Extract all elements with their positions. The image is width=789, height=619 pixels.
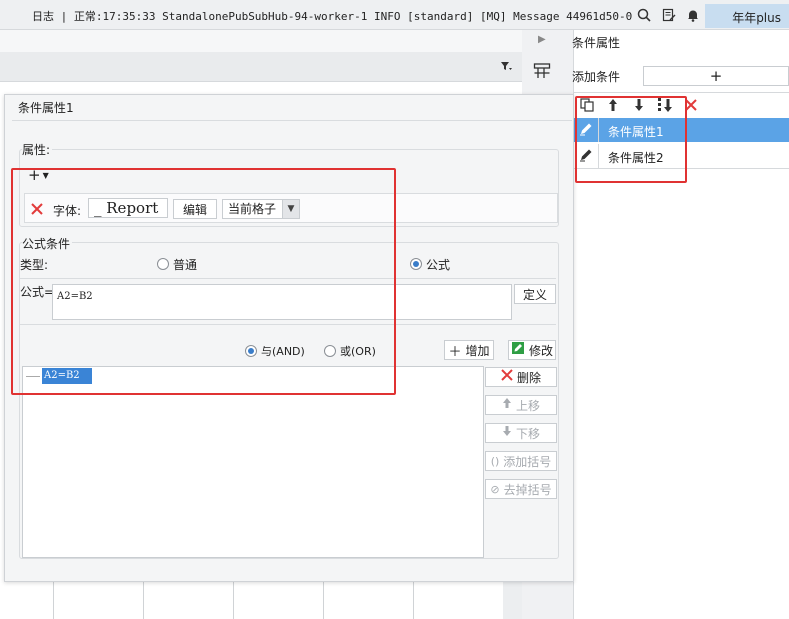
grid-line xyxy=(323,580,324,619)
arrow-down-icon xyxy=(502,425,512,441)
bracket-icon: () xyxy=(490,454,500,468)
log-message: | 正常:17:35:33 StandalonePubSubHub-94-wor… xyxy=(60,10,632,23)
filter-icon[interactable] xyxy=(500,60,514,74)
highlight-box xyxy=(11,168,396,395)
close-icon xyxy=(501,369,513,385)
log-label[interactable]: 日志 xyxy=(32,10,54,23)
sheet-grid xyxy=(0,580,522,619)
search-icon[interactable] xyxy=(636,7,652,23)
delete-condition-button[interactable]: 删除 xyxy=(485,367,557,387)
remove-bracket-button[interactable]: ⊘ 去掉括号 xyxy=(485,479,557,499)
grid-line xyxy=(143,580,144,619)
grid-line xyxy=(53,580,54,619)
panel-title: 条件属性 xyxy=(572,36,621,50)
modify-label: 修改 xyxy=(528,343,553,358)
plus-icon: ＋ xyxy=(448,344,462,360)
grid-line xyxy=(413,580,414,619)
editor-tab-strip xyxy=(0,30,522,52)
move-down-button[interactable]: 下移 xyxy=(485,423,557,443)
edit-doc-icon[interactable] xyxy=(661,7,677,23)
add-bracket-label: 添加括号 xyxy=(503,454,552,469)
add-condition-button[interactable]: + xyxy=(643,66,789,86)
move-up-button[interactable]: 上移 xyxy=(485,395,557,415)
bell-icon[interactable] xyxy=(685,7,701,23)
divider xyxy=(12,120,572,121)
sheet-scrollbar[interactable] xyxy=(503,580,522,619)
editor-toolbar xyxy=(0,52,522,82)
move-down-label: 下移 xyxy=(515,426,540,441)
add-label: 增加 xyxy=(465,343,490,358)
user-name: 年年plus xyxy=(732,11,781,25)
define-formula-button[interactable]: 定义 xyxy=(514,284,556,304)
remove-bracket-label: 去掉括号 xyxy=(503,482,552,497)
expand-arrow-icon[interactable]: ▶ xyxy=(538,34,550,48)
user-account[interactable]: 年年plus xyxy=(705,4,789,28)
type-formula-radio[interactable] xyxy=(410,258,422,270)
attribute-label: 属性: xyxy=(22,141,53,157)
dialog-title: 条件属性1 xyxy=(18,101,74,115)
log-bar[interactable]: 日志 | 正常:17:35:33 StandalonePubSubHub-94-… xyxy=(32,8,632,24)
move-up-label: 上移 xyxy=(515,398,540,413)
delete-label: 删除 xyxy=(516,370,541,385)
modify-condition-button[interactable]: 修改 xyxy=(508,340,556,360)
type-formula-label[interactable]: 公式 xyxy=(426,256,450,272)
modify-icon xyxy=(511,341,525,359)
add-bracket-button[interactable]: () 添加括号 xyxy=(485,451,557,471)
cell-property-icon[interactable] xyxy=(533,62,551,80)
remove-bracket-icon: ⊘ xyxy=(490,482,500,496)
divider xyxy=(574,92,789,93)
grid-line xyxy=(233,580,234,619)
highlight-box xyxy=(575,96,687,183)
arrow-up-icon xyxy=(502,397,512,413)
add-condition-label: 添加条件 xyxy=(572,70,621,84)
add-condition-formula-button[interactable]: ＋增加 xyxy=(444,340,494,360)
